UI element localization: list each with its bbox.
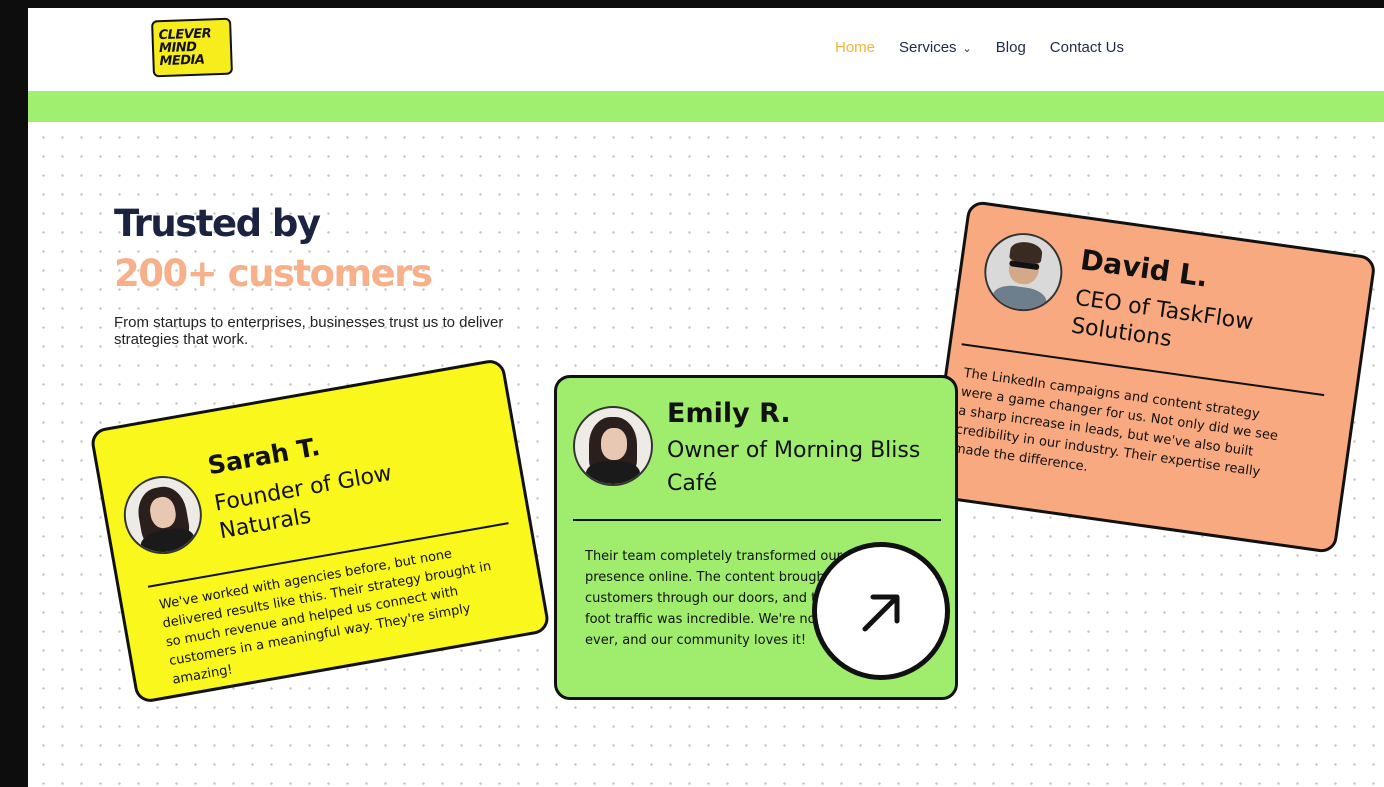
chevron-down-icon: ⌄ [962, 43, 972, 55]
nav-services-label: Services [899, 39, 957, 56]
section-title: Trusted by [114, 202, 321, 245]
green-banner-strip [28, 91, 1384, 122]
testimonial-quote: We've worked with agencies before, but n… [158, 546, 493, 688]
testimonial-card-sarah: Sarah T. Founder of Glow Naturals We've … [89, 357, 551, 705]
testimonial-role: Owner of Morning Bliss Café [667, 438, 921, 496]
arrow-up-right-icon [862, 594, 900, 632]
avatar-david [979, 228, 1068, 317]
section-subtitle: From startups to enterprises, businesses… [114, 314, 504, 348]
nav-home[interactable]: Home [835, 39, 875, 56]
nav-services[interactable]: Services ⌄ [899, 39, 972, 56]
logo-line-3: MEDIA [159, 52, 205, 70]
nav-contact-us[interactable]: Contact Us [1050, 39, 1124, 56]
testimonial-role: CEO of TaskFlow Solutions [1069, 285, 1255, 353]
next-testimonial-button[interactable] [812, 542, 950, 680]
nav-menu: Home Services ⌄ Blog Contact Us [835, 39, 1124, 56]
section-title-highlight: 200+ customers [114, 252, 433, 295]
navbar: CLEVER MIND MEDIA Home Services ⌄ Blog Co… [28, 8, 1384, 91]
testimonial-name: David L. [1078, 243, 1210, 294]
testimonial-quote: The LinkedIn campaigns and content strat… [952, 365, 1279, 480]
clever-mind-media-logo[interactable]: CLEVER MIND MEDIA [151, 17, 233, 78]
testimonials-section: Trusted by 200+ customers From startups … [28, 122, 1384, 787]
card-divider [573, 519, 941, 521]
testimonial-name: Sarah T. [205, 431, 323, 481]
testimonial-name: Emily R. [667, 398, 791, 429]
nav-blog[interactable]: Blog [996, 39, 1026, 56]
page: CLEVER MIND MEDIA Home Services ⌄ Blog Co… [28, 8, 1384, 787]
avatar-emily [573, 406, 653, 486]
testimonial-card-david: David L. CEO of TaskFlow Solutions The L… [927, 199, 1377, 555]
avatar-sarah [117, 469, 209, 561]
